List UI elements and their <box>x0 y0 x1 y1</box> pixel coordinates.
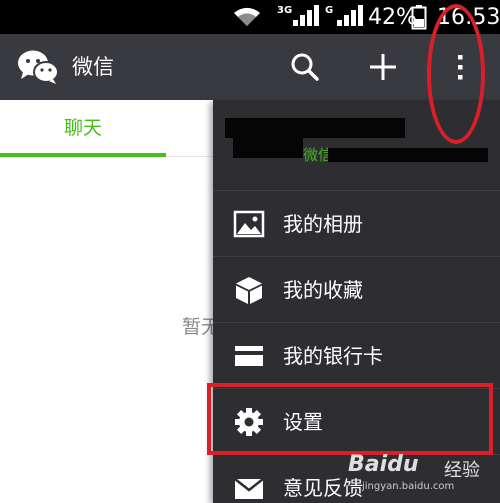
watermark-url: jingyan.baidu.com <box>362 481 455 492</box>
highlight-rect-annotation <box>207 383 493 455</box>
highlight-ellipse-annotation <box>427 4 485 144</box>
add-button[interactable] <box>360 44 406 90</box>
redaction-mark <box>225 118 405 138</box>
favorites-icon <box>233 275 265 305</box>
redaction-mark <box>233 138 303 158</box>
signal-icon <box>293 5 319 26</box>
album-icon <box>233 209 265 239</box>
wechat-screen: 3G G 42% 16:53 微信 聊天 暂无 我的相册 我的收藏 我的银行卡 … <box>0 0 500 503</box>
search-button[interactable] <box>282 44 328 90</box>
watermark-text: 经验 <box>444 460 480 481</box>
menu-item-label: 我的相册 <box>283 212 363 236</box>
plus-icon <box>370 54 396 80</box>
battery-percent: 42% <box>368 4 417 30</box>
search-icon <box>291 53 319 81</box>
wechat-logo <box>16 48 60 86</box>
app-title: 微信 <box>72 55 114 79</box>
menu-item-album[interactable]: 我的相册 <box>213 190 500 257</box>
menu-item-favorites[interactable]: 我的收藏 <box>213 256 500 323</box>
tab-chat-label: 聊天 <box>63 117 102 139</box>
bank-card-icon <box>233 341 265 371</box>
battery-icon <box>411 0 427 34</box>
feedback-mail-icon <box>233 473 265 503</box>
signal-icon <box>337 5 363 26</box>
redaction-mark <box>328 148 488 162</box>
app-bar: 微信 <box>0 34 500 100</box>
status-bar: 3G G 42% 16:53 <box>0 0 500 34</box>
wifi-icon <box>232 0 262 34</box>
signal-g: G <box>325 0 365 34</box>
menu-item-bank-card[interactable]: 我的银行卡 <box>213 322 500 389</box>
tab-chat[interactable]: 聊天 <box>0 100 166 157</box>
tab-active-indicator <box>0 153 166 157</box>
watermark-logo: Baidu <box>348 452 419 477</box>
baidu-jingyan-watermark: Baidu 经验 jingyan.baidu.com <box>342 448 492 498</box>
menu-item-label: 我的收藏 <box>283 278 363 302</box>
menu-item-label: 我的银行卡 <box>283 344 383 368</box>
signal-3g: 3G <box>277 0 321 34</box>
